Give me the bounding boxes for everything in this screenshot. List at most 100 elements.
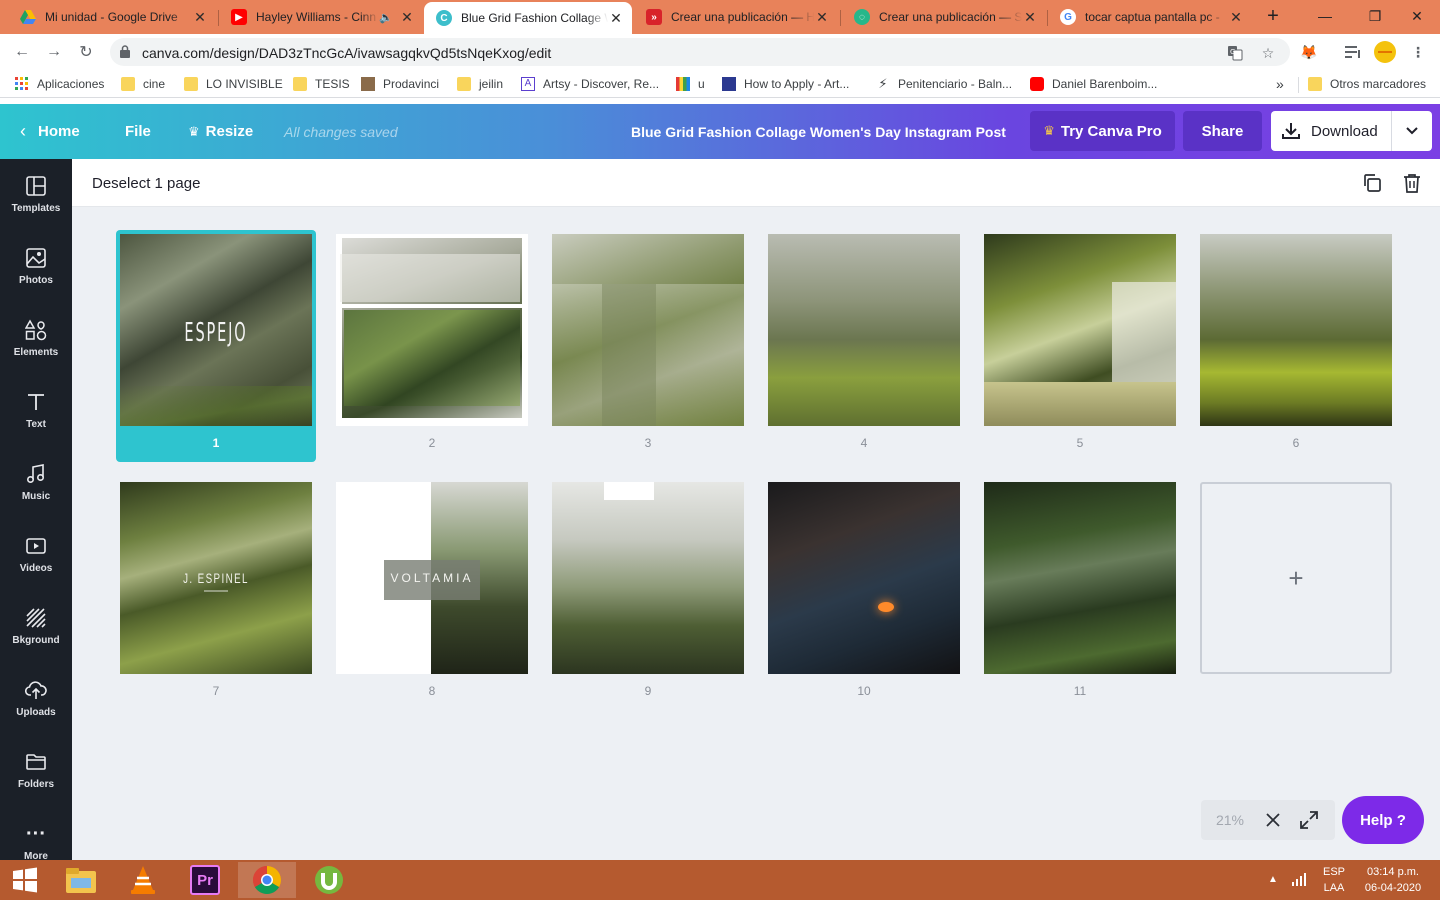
- page-thumbnail[interactable]: [984, 482, 1176, 674]
- close-icon[interactable]: ✕: [1022, 9, 1038, 26]
- page-number: 10: [857, 684, 871, 698]
- youtube-icon: ▶: [231, 9, 247, 25]
- bookmark-link[interactable]: Daniel Barenboim...: [1030, 75, 1157, 93]
- add-page-button[interactable]: +: [1200, 482, 1392, 674]
- fullscreen-button[interactable]: [1287, 811, 1331, 829]
- page-text: VOLTAMIA: [390, 571, 474, 585]
- taskbar-file-explorer[interactable]: [52, 862, 110, 898]
- bookmark-link[interactable]: How to Apply - Art...: [722, 75, 849, 93]
- bookmark-folder[interactable]: TESIS: [293, 75, 350, 93]
- bookmarks-overflow-button[interactable]: »: [1276, 75, 1284, 93]
- page-thumbnail[interactable]: J. ESPINEL: [120, 482, 312, 674]
- reload-icon[interactable]: ↻: [74, 40, 98, 64]
- download-main[interactable]: Download: [1271, 111, 1391, 151]
- page-thumbnail[interactable]: [552, 482, 744, 674]
- page-thumbnail[interactable]: [768, 234, 960, 426]
- duplicate-icon[interactable]: [1361, 172, 1383, 194]
- tab-canva[interactable]: C Blue Grid Fashion Collage W ✕: [424, 2, 632, 34]
- bookmark-link[interactable]: u: [676, 75, 705, 93]
- bookmark-other[interactable]: Otros marcadores: [1308, 75, 1426, 93]
- bookmark-folder[interactable]: cine: [121, 75, 165, 93]
- home-button[interactable]: ‹ Home: [20, 104, 80, 159]
- design-title[interactable]: Blue Grid Fashion Collage Women's Day In…: [631, 104, 1006, 159]
- network-icon[interactable]: [1292, 872, 1308, 891]
- close-grid-view-button[interactable]: [1259, 813, 1287, 827]
- share-button[interactable]: Share: [1183, 111, 1262, 151]
- sidebar-item-templates[interactable]: Templates: [0, 159, 72, 231]
- taskbar-utorrent[interactable]: [300, 862, 358, 898]
- taskbar-premiere[interactable]: Pr: [176, 862, 234, 898]
- profile-avatar[interactable]: [1374, 41, 1396, 63]
- file-menu-button[interactable]: File: [125, 104, 151, 159]
- sidebar-item-folders[interactable]: Folders: [0, 735, 72, 807]
- page-thumbnail[interactable]: [984, 234, 1176, 426]
- translate-icon[interactable]: G: [1226, 44, 1244, 62]
- close-icon[interactable]: ✕: [1228, 9, 1244, 26]
- resize-button[interactable]: ♛ Resize: [188, 104, 253, 159]
- page-thumbnail[interactable]: [1200, 234, 1392, 426]
- metamask-icon[interactable]: 🦊: [1298, 41, 1320, 63]
- sidebar-item-photos[interactable]: Photos: [0, 231, 72, 303]
- windows-start-button[interactable]: [0, 862, 50, 898]
- download-button[interactable]: Download: [1271, 111, 1432, 151]
- sidebar-item-videos[interactable]: Videos: [0, 519, 72, 591]
- plus-icon: +: [1288, 562, 1304, 593]
- taskbar-chrome[interactable]: [238, 862, 296, 898]
- close-icon[interactable]: ✕: [399, 9, 415, 26]
- tab-crear-1[interactable]: » Crear una publicación — H ✕: [634, 2, 838, 32]
- taskbar-vlc[interactable]: [114, 862, 172, 898]
- photos-icon: [25, 247, 47, 269]
- zoom-level[interactable]: 21%: [1201, 812, 1259, 828]
- site-icon: [361, 77, 375, 91]
- sidebar-item-elements[interactable]: Elements: [0, 303, 72, 375]
- language-indicator[interactable]: ESP LAA: [1318, 864, 1350, 896]
- address-bar[interactable]: canva.com/design/DAD3zTncGcA/ivawsagqkvQ…: [110, 38, 1290, 66]
- sidebar-item-uploads[interactable]: Uploads: [0, 663, 72, 735]
- sidebar-item-music[interactable]: Music: [0, 447, 72, 519]
- tab-google-search[interactable]: G tocar captua pantalla pc - ✕: [1048, 2, 1252, 32]
- bookmark-star-icon[interactable]: ☆: [1259, 44, 1277, 62]
- bookmark-link[interactable]: Prodavinci: [361, 75, 439, 93]
- sidebar-label: Videos: [19, 563, 53, 574]
- bookmark-link[interactable]: A Artsy - Discover, Re...: [521, 75, 659, 93]
- page-thumbnail[interactable]: VOLTAMIA: [336, 482, 528, 674]
- tab-google-drive[interactable]: Mi unidad - Google Drive ✕: [8, 2, 216, 32]
- back-icon[interactable]: ←: [10, 40, 34, 64]
- page-thumbnail[interactable]: [336, 234, 528, 426]
- chrome-menu-icon[interactable]: ⋮: [1407, 41, 1429, 63]
- new-tab-button[interactable]: +: [1262, 6, 1284, 28]
- close-icon[interactable]: ✕: [192, 9, 208, 26]
- close-icon[interactable]: ✕: [608, 10, 624, 27]
- tab-youtube[interactable]: ▶ Hayley Williams - Cinn 🔈 ✕: [219, 2, 423, 32]
- sidebar-item-more[interactable]: ··· More: [0, 807, 72, 861]
- deselect-button[interactable]: Deselect 1 page: [92, 175, 200, 192]
- apps-grid-icon: [15, 77, 29, 91]
- bookmark-folder[interactable]: jeilin: [457, 75, 503, 93]
- page-thumbnail[interactable]: [768, 482, 960, 674]
- forward-icon[interactable]: →: [42, 40, 66, 64]
- bookmark-apps[interactable]: Aplicaciones: [15, 75, 104, 93]
- windows-taskbar: Pr ▲ ESP LAA 03:14 p.m. 06-04-2020: [0, 860, 1440, 900]
- tray-overflow-icon[interactable]: ▲: [1268, 872, 1278, 888]
- try-canva-pro-button[interactable]: ♛ Try Canva Pro: [1030, 111, 1175, 151]
- sidebar-label: Uploads: [16, 707, 56, 718]
- page-thumbnail[interactable]: [552, 234, 744, 426]
- bookmark-label: cine: [143, 77, 166, 91]
- sidebar-item-text[interactable]: Text: [0, 375, 72, 447]
- page-thumbnail[interactable]: ESPEJO: [120, 234, 312, 426]
- tab-crear-2[interactable]: ◌ Crear una publicación — S ✕: [842, 2, 1046, 32]
- window-close-icon[interactable]: ✕: [1394, 0, 1440, 32]
- clock[interactable]: 03:14 p.m. 06-04-2020: [1358, 864, 1428, 896]
- media-queue-icon[interactable]: [1342, 41, 1364, 63]
- help-button[interactable]: Help ?: [1342, 796, 1424, 844]
- download-options-button[interactable]: [1392, 127, 1432, 135]
- bookmark-label: u: [698, 77, 705, 91]
- sidebar-item-background[interactable]: Bkground: [0, 591, 72, 663]
- close-icon[interactable]: ✕: [814, 9, 830, 26]
- restore-icon[interactable]: ❐: [1352, 0, 1398, 32]
- bookmark-link[interactable]: ⚡ Penitenciario - Baln...: [876, 75, 1012, 93]
- minimize-icon[interactable]: —: [1302, 0, 1348, 32]
- trash-icon[interactable]: [1401, 172, 1423, 194]
- bookmark-divider: [1298, 77, 1299, 93]
- bookmark-folder[interactable]: LO INVISIBLE: [184, 75, 283, 93]
